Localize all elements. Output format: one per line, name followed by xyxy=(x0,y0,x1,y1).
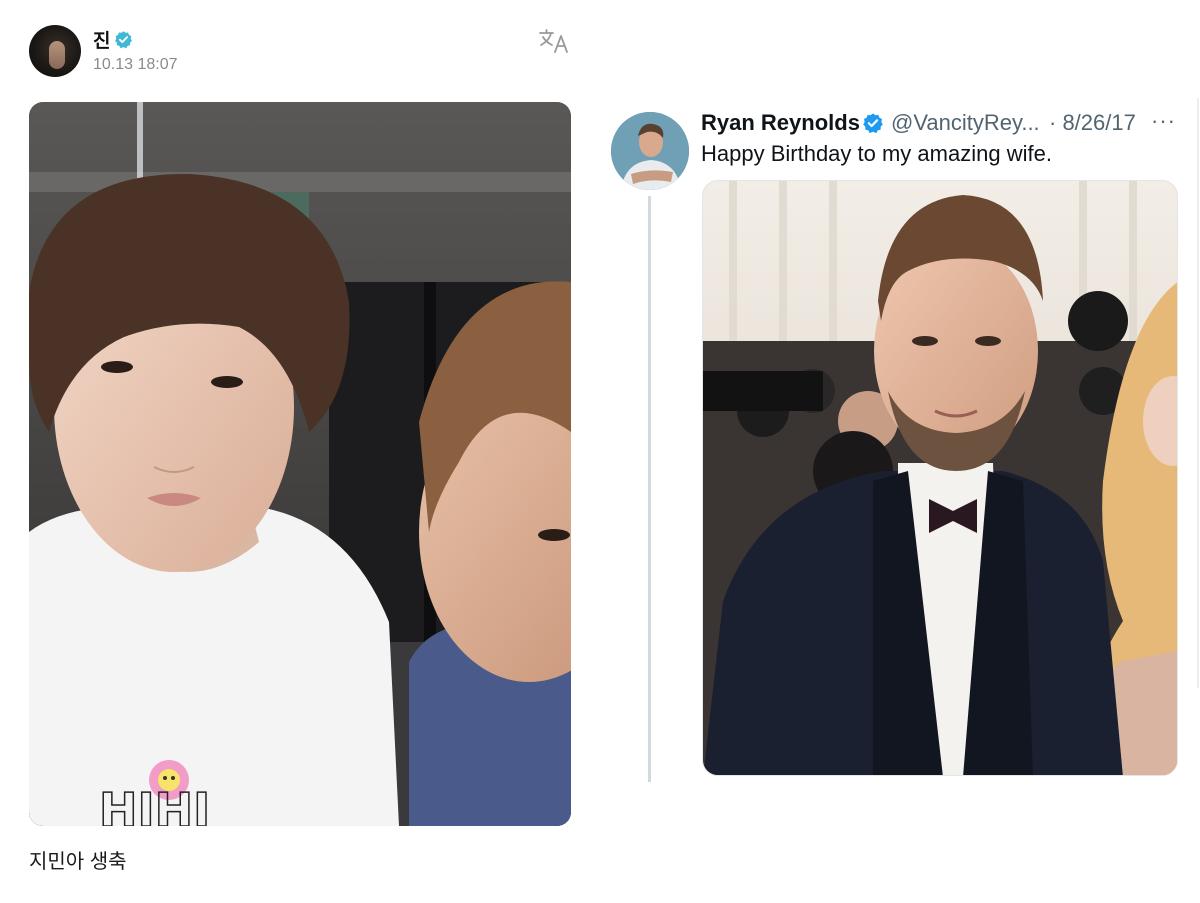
tweet-display-name[interactable]: Ryan Reynolds xyxy=(701,110,860,136)
author-avatar[interactable] xyxy=(29,25,81,77)
svg-text:HIHI: HIHI xyxy=(99,783,210,826)
tweet-author-avatar[interactable] xyxy=(611,112,689,190)
post-timestamp: 10.13 18:07 xyxy=(93,56,178,73)
verified-badge-icon xyxy=(863,113,883,134)
translate-icon[interactable] xyxy=(538,28,572,54)
verified-badge-icon xyxy=(115,31,132,49)
scroll-edge xyxy=(1197,98,1199,688)
red-carpet-image xyxy=(703,181,1177,775)
more-icon[interactable]: ··· xyxy=(1151,108,1176,134)
weverse-post: 진 10.13 18:07 HIHI 지민아 생축 xyxy=(0,0,600,903)
post-photo-selfie[interactable]: HIHI xyxy=(29,102,571,826)
tweet-text: Happy Birthday to my amazing wife. xyxy=(701,141,1052,166)
tweet-photo[interactable] xyxy=(702,180,1178,776)
tweet: Ryan Reynolds @VancityRey... · 8/26/17 ·… xyxy=(600,0,1200,903)
author-name[interactable]: 진 xyxy=(93,26,110,53)
post-caption: 지민아 생축 xyxy=(29,851,127,873)
tweet-date[interactable]: · 8/26/17 xyxy=(1049,110,1136,136)
tweet-handle[interactable]: @VancityRey... xyxy=(891,110,1040,136)
selfie-image: HIHI xyxy=(29,102,571,826)
thread-connector xyxy=(648,196,651,782)
